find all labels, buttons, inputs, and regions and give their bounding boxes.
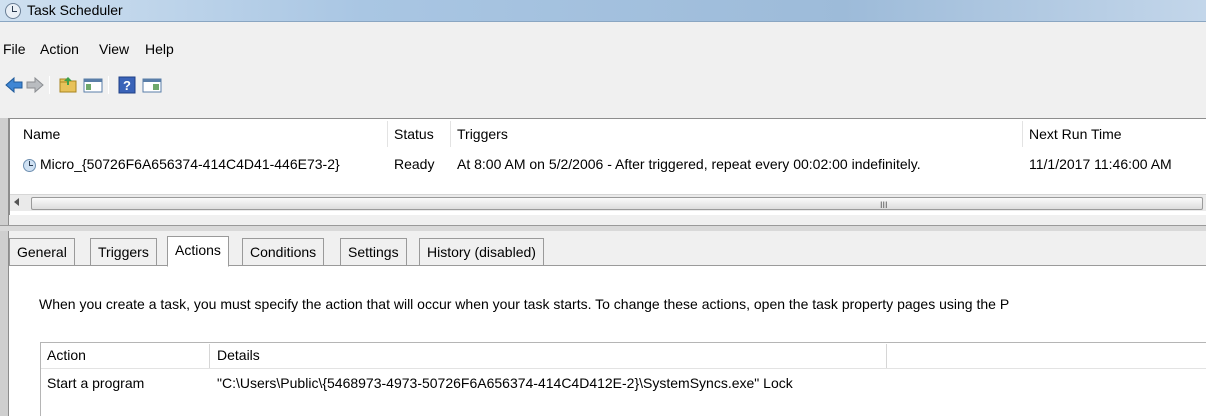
- scrollbar-grip: III: [880, 200, 888, 210]
- tab-triggers[interactable]: Triggers: [90, 238, 157, 266]
- column-divider[interactable]: [886, 344, 887, 368]
- toolbar: ?: [0, 74, 1206, 98]
- column-divider[interactable]: [387, 121, 388, 147]
- actions-description: When you create a task, you must specify…: [39, 296, 1010, 312]
- column-divider[interactable]: [450, 121, 451, 147]
- column-divider[interactable]: [1022, 121, 1023, 147]
- column-divider[interactable]: [209, 344, 210, 368]
- window-title: Task Scheduler: [27, 2, 123, 18]
- scroll-left-icon[interactable]: [14, 198, 19, 206]
- table-row[interactable]: Micro_{50726F6A656374-414C4D41-446E73-2}…: [10, 153, 1206, 177]
- horizontal-scrollbar[interactable]: III: [10, 194, 1206, 211]
- column-header-status[interactable]: Status: [394, 126, 434, 142]
- title-bar[interactable]: Task Scheduler: [0, 0, 1206, 22]
- pane-splitter[interactable]: [0, 225, 1206, 231]
- tab-settings[interactable]: Settings: [340, 238, 407, 266]
- task-name: Micro_{50726F6A656374-414C4D41-446E73-2}: [40, 156, 340, 172]
- tab-general[interactable]: General: [9, 238, 75, 266]
- menu-bar: File Action View Help: [0, 38, 1206, 60]
- svg-text:?: ?: [123, 78, 131, 93]
- forward-icon[interactable]: [25, 74, 45, 96]
- menu-view[interactable]: View: [99, 41, 129, 57]
- tab-history[interactable]: History (disabled): [419, 238, 544, 266]
- column-header-details[interactable]: Details: [217, 347, 260, 363]
- up-folder-icon[interactable]: [57, 74, 79, 96]
- help-icon[interactable]: ?: [116, 74, 138, 96]
- tab-conditions[interactable]: Conditions: [242, 238, 325, 266]
- toolbar-separator: [108, 76, 109, 94]
- task-triggers: At 8:00 AM on 5/2/2006 - After triggered…: [457, 156, 921, 172]
- actions-panel: When you create a task, you must specify…: [9, 266, 1206, 416]
- left-pane-edge[interactable]: [0, 118, 9, 416]
- action-type: Start a program: [47, 375, 145, 391]
- menu-action[interactable]: Action: [40, 41, 79, 57]
- column-header-action[interactable]: Action: [47, 347, 86, 363]
- task-next-run-time: 11/1/2017 11:46:00 AM: [1029, 156, 1172, 172]
- tab-actions[interactable]: Actions: [167, 236, 229, 267]
- actions-table-header: Action Details: [41, 343, 1206, 369]
- menu-file[interactable]: File: [3, 41, 26, 57]
- scrollbar-thumb[interactable]: III: [31, 197, 1203, 210]
- show-hide-action-pane-icon[interactable]: [141, 74, 163, 96]
- action-details: "C:\Users\Public\{5468973-4973-50726F6A6…: [217, 375, 793, 391]
- task-scheduler-clock-icon: [5, 3, 21, 19]
- column-header-next-run-time[interactable]: Next Run Time: [1029, 126, 1122, 142]
- back-icon[interactable]: [4, 74, 24, 96]
- toolbar-separator: [49, 76, 50, 94]
- task-list: Name Status Triggers Next Run Time Micro…: [9, 118, 1206, 215]
- show-hide-console-tree-icon[interactable]: [82, 74, 104, 96]
- task-status: Ready: [394, 156, 435, 172]
- task-list-header: Name Status Triggers Next Run Time: [10, 119, 1206, 149]
- column-header-triggers[interactable]: Triggers: [457, 126, 508, 142]
- column-header-name[interactable]: Name: [23, 126, 60, 142]
- actions-table: Action Details Start a program "C:\Users…: [40, 342, 1206, 416]
- menu-help[interactable]: Help: [145, 41, 174, 57]
